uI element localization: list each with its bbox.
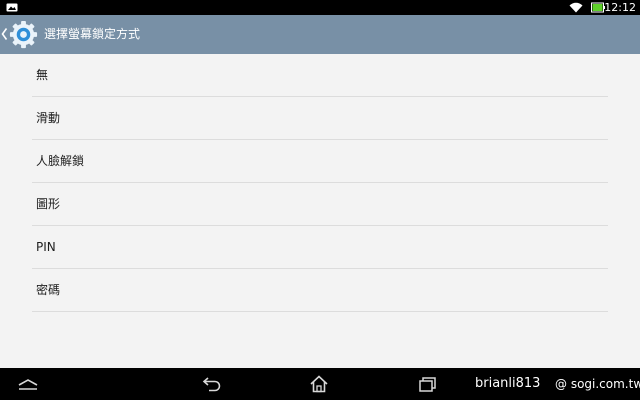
page-title: 選擇螢幕鎖定方式 [44, 27, 141, 41]
wifi-icon [569, 2, 583, 13]
chevron-left-icon[interactable] [1, 27, 8, 41]
back-button[interactable] [190, 368, 234, 400]
option-none[interactable]: 無 [32, 54, 608, 97]
option-swipe[interactable]: 滑動 [32, 97, 608, 140]
option-password[interactable]: 密碼 [32, 269, 608, 312]
option-face-unlock[interactable]: 人臉解鎖 [32, 140, 608, 183]
recent-apps-icon [419, 377, 436, 392]
battery-charging-icon [591, 2, 605, 13]
status-clock: 12:12 [604, 1, 636, 14]
status-bar: 12:12 [0, 0, 640, 15]
screen: 12:12 選擇螢幕鎖定方式 無 滑動 人臉解鎖 圖形 PIN 密碼 brian… [0, 0, 640, 400]
back-icon [202, 377, 221, 392]
recent-apps-button[interactable] [406, 368, 450, 400]
action-bar: 選擇螢幕鎖定方式 [0, 15, 640, 54]
home-button[interactable] [297, 368, 341, 400]
watermark-user: brianli813 [475, 376, 541, 391]
lock-method-list: 無 滑動 人臉解鎖 圖形 PIN 密碼 [32, 54, 608, 312]
menu-up-button[interactable] [6, 368, 50, 400]
image-notification-icon [6, 3, 18, 12]
settings-gear-icon[interactable] [8, 19, 39, 50]
menu-up-icon [18, 379, 38, 390]
watermark-site: @ sogi.com.tw [555, 377, 640, 391]
option-pattern[interactable]: 圖形 [32, 183, 608, 226]
option-pin[interactable]: PIN [32, 226, 608, 269]
home-icon [310, 375, 328, 393]
navigation-bar: brianli813 @ sogi.com.tw [0, 368, 640, 400]
